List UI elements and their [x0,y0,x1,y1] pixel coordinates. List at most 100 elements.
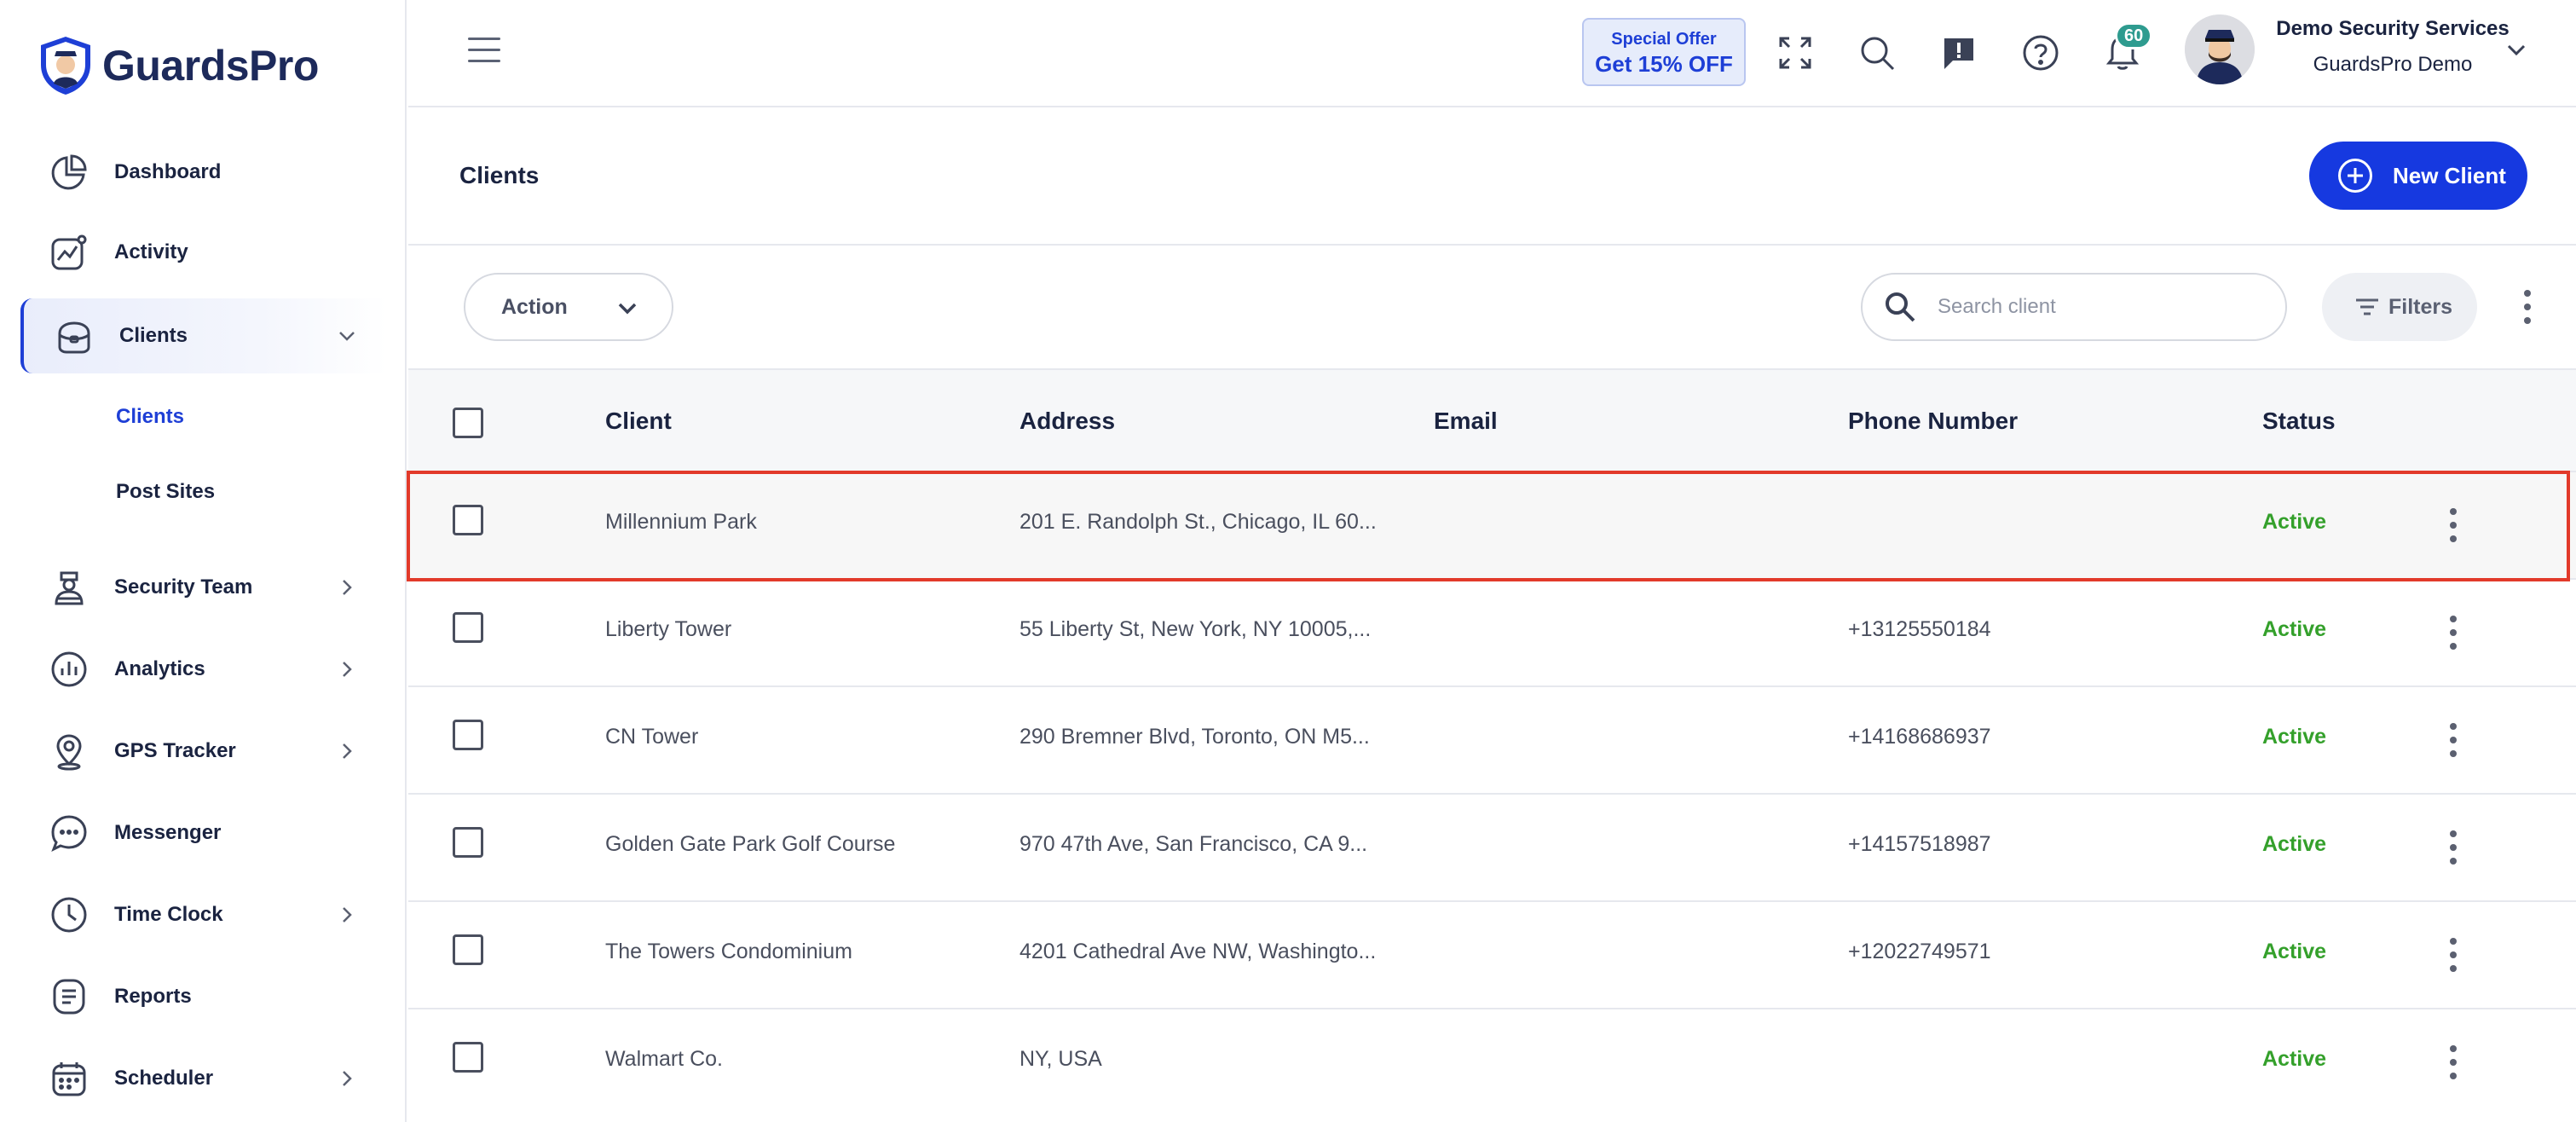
search-input[interactable] [1938,295,2261,319]
row-menu-icon[interactable] [2448,1045,2458,1079]
column-header-client[interactable]: Client [605,408,672,435]
sidebar-item-label: Reports [114,985,192,1008]
sidebar-item-messenger[interactable]: Messenger [20,795,387,870]
column-header-status[interactable]: Status [2262,408,2336,435]
client-address: 55 Liberty St, New York, NY 10005,... [1019,617,1372,641]
calendar-icon [46,1055,92,1102]
table-row[interactable]: Liberty Tower 55 Liberty St, New York, N… [408,578,2576,685]
pie-chart-icon [46,149,92,195]
table-row[interactable]: The Towers Condominium 4201 Cathedral Av… [408,900,2576,1008]
clock-icon [46,892,92,938]
sidebar-item-analytics[interactable]: Analytics [20,632,387,707]
row-checkbox[interactable] [453,505,483,535]
sidebar-item-label: Messenger [114,821,222,844]
client-address: 970 47th Ave, San Francisco, CA 9... [1019,832,1368,856]
brand-logo[interactable]: GuardsPro [38,34,319,97]
chevron-right-icon [343,743,352,759]
avatar[interactable] [2185,14,2255,84]
chevron-down-icon [618,303,637,315]
more-options-icon[interactable] [2522,290,2533,324]
row-menu-icon[interactable] [2448,938,2458,972]
shield-logo-icon [41,37,90,95]
table-toolbar: Action Filters [408,247,2576,368]
search-client-box[interactable] [1861,273,2287,341]
sidebar-item-dashboard[interactable]: Dashboard [20,135,387,210]
status-badge: Active [2262,617,2327,641]
filters-label: Filters [2388,294,2453,319]
account-name: GuardsPro Demo [2313,53,2473,76]
client-address: NY, USA [1019,1047,1102,1071]
table-row[interactable]: Golden Gate Park Golf Course 970 47th Av… [408,793,2576,900]
special-offer-button[interactable]: Special Offer Get 15% OFF [1582,18,1746,86]
guard-icon [46,564,92,610]
sidebar-subitem-clients[interactable]: Clients [116,405,184,429]
row-menu-icon[interactable] [2448,508,2458,542]
status-badge: Active [2262,832,2327,856]
report-icon [46,974,92,1020]
search-icon[interactable] [1855,31,1899,75]
account-info[interactable]: Demo Security Services GuardsPro Demo [2265,17,2521,77]
analytics-icon [46,646,92,692]
chevron-right-icon [343,580,352,595]
sidebar-item-label: Scheduler [114,1067,214,1090]
sidebar-item-gps-tracker[interactable]: GPS Tracker [20,714,387,789]
new-client-button[interactable]: New Client [2309,142,2527,210]
row-checkbox[interactable] [453,1042,483,1073]
action-dropdown[interactable]: Action [464,273,673,341]
client-name: CN Tower [605,725,699,749]
client-name: Golden Gate Park Golf Course [605,832,896,856]
status-badge: Active [2262,940,2327,963]
brand-name: GuardsPro [102,42,319,90]
help-icon[interactable] [2019,31,2063,75]
client-phone: +13125550184 [1848,617,1991,641]
row-menu-icon[interactable] [2448,723,2458,757]
page-title: Clients [459,162,540,188]
sidebar-item-label: Time Clock [114,903,223,926]
sidebar-item-activity[interactable]: Activity [20,215,387,290]
client-name: Liberty Tower [605,617,732,641]
column-header-phone[interactable]: Phone Number [1848,408,2018,435]
location-pin-icon [46,728,92,774]
row-menu-icon[interactable] [2448,616,2458,650]
table-row[interactable]: Millennium Park 201 E. Randolph St., Chi… [408,471,2576,578]
sidebar-item-scheduler[interactable]: Scheduler [20,1041,387,1116]
row-menu-icon[interactable] [2448,830,2458,865]
row-checkbox[interactable] [453,612,483,643]
client-name: Millennium Park [605,510,757,534]
status-badge: Active [2262,725,2327,749]
menu-toggle-icon[interactable] [468,38,500,65]
select-all-checkbox[interactable] [453,408,483,438]
client-phone: +12022749571 [1848,940,1991,963]
table-row[interactable]: CN Tower 290 Bremner Blvd, Toronto, ON M… [408,685,2576,793]
row-checkbox[interactable] [453,720,483,750]
client-name: The Towers Condominium [605,940,852,963]
company-name: Demo Security Services [2276,17,2510,40]
sidebar: GuardsPro Dashboard Activity Clients Cli… [0,0,407,1122]
chat-bubble-icon [46,810,92,856]
filter-icon [2356,298,2378,315]
row-checkbox[interactable] [453,827,483,858]
sidebar-subitem-post-sites[interactable]: Post Sites [116,480,215,504]
column-header-email[interactable]: Email [1434,408,1498,435]
action-label: Action [501,294,568,319]
table-row[interactable]: Walmart Co. NY, USA Active [408,1008,2576,1122]
filters-button[interactable]: Filters [2322,273,2477,341]
offer-discount: Get 15% OFF [1595,51,1733,77]
top-header: Special Offer Get 15% OFF 60 Demo Securi… [408,0,2576,107]
page-title-bar: Clients New Client [408,109,2576,246]
chevron-right-icon [343,907,352,922]
sidebar-item-clients[interactable]: Clients [20,298,387,373]
status-badge: Active [2262,510,2327,534]
row-checkbox[interactable] [453,934,483,965]
fullscreen-icon[interactable] [1773,31,1817,75]
sidebar-item-time-clock[interactable]: Time Clock [20,877,387,952]
sidebar-item-reports[interactable]: Reports [20,959,387,1034]
offer-title: Special Offer [1611,30,1717,49]
sidebar-item-security-team[interactable]: Security Team [20,550,387,625]
chevron-down-icon[interactable] [2504,38,2529,63]
client-address: 4201 Cathedral Ave NW, Washingto... [1019,940,1377,963]
feedback-icon[interactable] [1937,31,1981,75]
sidebar-item-label: Dashboard [114,160,222,183]
column-header-address[interactable]: Address [1019,408,1115,435]
table-header: Client Address Email Phone Number Status [408,368,2576,471]
